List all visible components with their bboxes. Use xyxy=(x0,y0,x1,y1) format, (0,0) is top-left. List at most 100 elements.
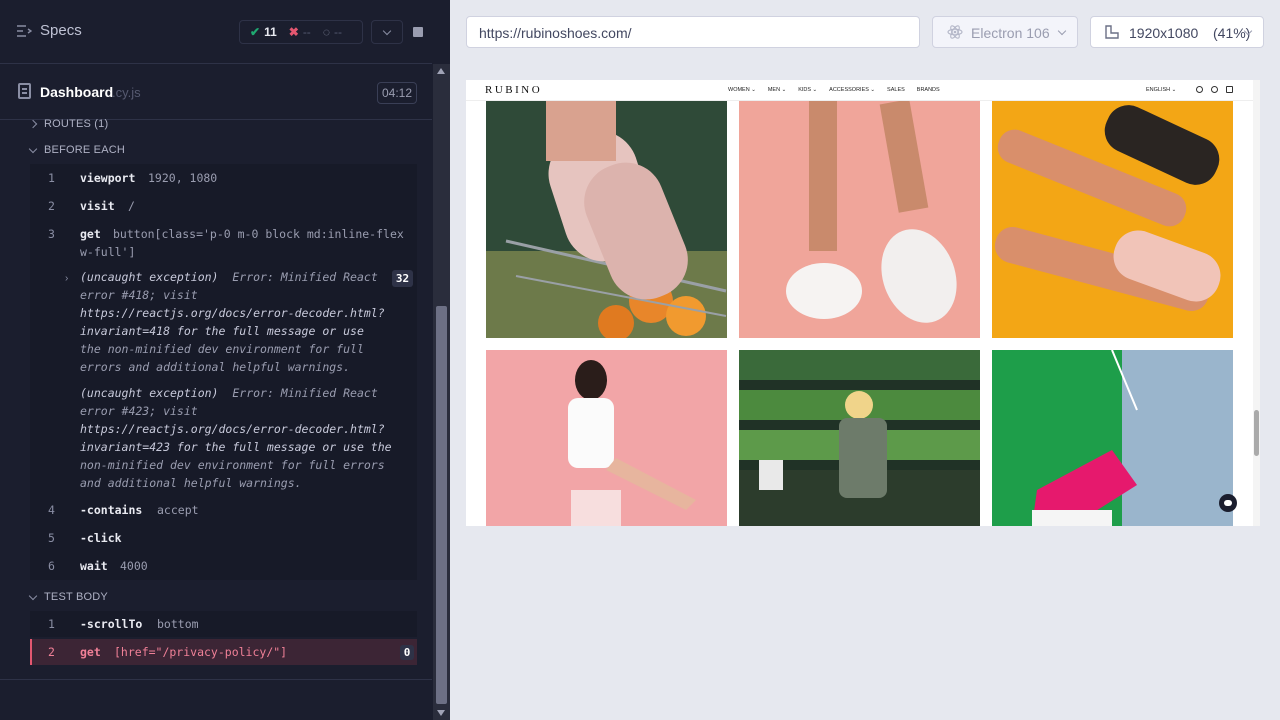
before-each-section-toggle[interactable]: BEFORE EACH xyxy=(28,144,126,156)
command-number: 6 xyxy=(48,559,55,573)
failing-command-row[interactable]: 2 get [href="/privacy-policy/"] 0 xyxy=(30,639,417,665)
command-message: 4000 xyxy=(120,559,148,573)
command-message: accept xyxy=(157,503,199,517)
viewport-selector[interactable]: 1920x1080 (41%) xyxy=(1090,16,1264,48)
cart-icon[interactable] xyxy=(1226,86,1233,93)
stop-button[interactable] xyxy=(402,20,434,44)
routes-label: ROUTES (1) xyxy=(44,118,109,130)
viewport-size: 1920x1080 xyxy=(1129,25,1199,41)
exception-label: (uncaught exception) xyxy=(80,386,219,400)
exception-label: (uncaught exception) xyxy=(80,270,219,284)
product-image-orange-sandals[interactable] xyxy=(992,101,1233,338)
chat-widget-icon[interactable] xyxy=(1219,494,1237,512)
chevron-down-icon xyxy=(1057,26,1067,36)
exception-line: error #418; visit xyxy=(80,288,198,302)
test-body-section-toggle[interactable]: TEST BODY xyxy=(28,591,108,603)
product-image-white-dress[interactable] xyxy=(486,350,727,526)
command-number: 1 xyxy=(48,171,55,185)
command-message: 1920, 1080 xyxy=(148,171,218,185)
pending-spinner-icon: ◌ xyxy=(322,25,330,39)
account-icon[interactable] xyxy=(1211,86,1218,93)
product-image-white-shoes[interactable] xyxy=(739,101,980,338)
viewport-ruler-icon xyxy=(1105,25,1119,39)
white-dress-illustration xyxy=(486,350,727,526)
pink-sneakers-illustration xyxy=(992,350,1233,526)
test-body-commands: 1 -scrollTo bottom xyxy=(30,611,417,637)
command-name: -scrollTo xyxy=(80,617,143,631)
failed-count: -- xyxy=(302,25,311,39)
test-body-label: TEST BODY xyxy=(44,591,108,603)
menu-item-kids[interactable]: KIDS ⌄ xyxy=(798,87,817,93)
menu-item-brands[interactable]: BRANDS xyxy=(917,87,940,93)
exception-line: https://reactjs.org/docs/error-decoder.h… xyxy=(80,306,385,320)
pending-count: -- xyxy=(333,25,342,39)
scroll-down-arrow-icon[interactable] xyxy=(437,710,445,716)
reporter-panel: Specs ✔ 11 ✖ -- ◌ -- Dashboard .cy.js 04… xyxy=(0,0,450,720)
chevron-down-icon xyxy=(28,144,38,153)
spec-name: Dashboard xyxy=(40,84,114,100)
command-name: -click xyxy=(80,531,122,545)
command-number: 4 xyxy=(48,503,55,517)
menu-item-accessories[interactable]: ACCESSORIES ⌄ xyxy=(829,87,875,93)
passed-count: 11 xyxy=(264,25,277,39)
command-name: wait xyxy=(80,559,108,573)
spec-duration: 04:12 xyxy=(377,82,417,104)
spec-file-icon xyxy=(18,83,31,99)
specs-label: Specs xyxy=(40,22,82,39)
chevron-right-icon xyxy=(28,119,38,129)
auto-scroll-button[interactable] xyxy=(371,20,403,44)
command-message: bottom xyxy=(157,617,199,631)
expand-caret-icon[interactable]: › xyxy=(65,273,68,284)
viewport-zoom: (41%) xyxy=(1213,25,1251,41)
site-menu: WOMEN ⌄ MEN ⌄ KIDS ⌄ ACCESSORIES ⌄ SALES… xyxy=(728,87,940,93)
element-count-badge: 0 xyxy=(400,645,414,660)
search-icon[interactable] xyxy=(1196,86,1203,93)
chevron-down-icon xyxy=(28,591,38,600)
pink-sandals-cart-illustration xyxy=(486,101,727,338)
reporter-scrollbar[interactable] xyxy=(433,64,450,720)
page-scrollbar-thumb[interactable] xyxy=(1254,410,1259,456)
uncaught-exception-1[interactable]: (uncaught exception) Error: Minified Rea… xyxy=(80,268,420,376)
product-image-pink-sandals-cart[interactable] xyxy=(486,101,727,338)
command-name: viewport xyxy=(80,171,136,185)
routes-section-toggle[interactable]: ROUTES (1) xyxy=(28,118,109,130)
scroll-up-arrow-icon[interactable] xyxy=(437,68,445,74)
specs-toggle-button[interactable]: Specs xyxy=(16,22,82,39)
menu-item-men[interactable]: MEN ⌄ xyxy=(768,87,786,93)
run-stats: ✔ 11 ✖ -- ◌ -- xyxy=(239,20,363,44)
exception-line: invariant=418 for the full message or us… xyxy=(80,324,364,338)
passed-check-icon: ✔ xyxy=(250,25,261,39)
exception-line: and additional helpful warnings. xyxy=(80,476,302,490)
chevron-down-icon xyxy=(382,26,392,35)
command-name: visit xyxy=(80,199,115,213)
grocery-aisle-illustration xyxy=(739,350,980,526)
spec-extension: .cy.js xyxy=(112,85,141,100)
scrollbar-thumb[interactable] xyxy=(436,306,447,704)
command-message: [href="/privacy-policy/"] xyxy=(114,645,288,659)
white-shoes-illustration xyxy=(739,101,980,338)
browser-selector[interactable]: Electron 106 xyxy=(932,16,1078,48)
command-number: 3 xyxy=(48,227,55,241)
before-each-commands: 1 viewport 1920, 1080 2 visit / 3 get bu… xyxy=(30,164,417,580)
electron-icon xyxy=(947,25,963,39)
url-bar[interactable]: https://rubinoshoes.com/ xyxy=(466,16,920,48)
command-number: 2 xyxy=(48,645,55,659)
product-image-grocery-aisle[interactable] xyxy=(739,350,980,526)
product-image-pink-sneakers[interactable] xyxy=(992,350,1233,526)
command-message-cont: w-full'] xyxy=(80,245,136,259)
uncaught-exception-2[interactable]: (uncaught exception) Error: Minified Rea… xyxy=(80,384,420,492)
spec-header: Dashboard .cy.js 04:12 xyxy=(0,64,432,120)
specs-list-icon xyxy=(17,24,32,37)
command-name: get xyxy=(80,645,101,659)
app-under-test-frame[interactable]: RUBINO WOMEN ⌄ MEN ⌄ KIDS ⌄ ACCESSORIES … xyxy=(466,80,1260,526)
exception-line: non-minified dev environment for full er… xyxy=(80,458,385,472)
menu-item-women[interactable]: WOMEN ⌄ xyxy=(728,87,756,93)
menu-item-sales[interactable]: SALES xyxy=(887,87,905,93)
before-each-label: BEFORE EACH xyxy=(44,144,126,156)
site-logo[interactable]: RUBINO xyxy=(485,84,542,96)
command-message: / xyxy=(128,199,135,213)
page-scrollbar[interactable] xyxy=(1253,80,1260,526)
orange-sandals-illustration xyxy=(992,101,1233,338)
language-selector[interactable]: ENGLISH ⌄ xyxy=(1146,87,1176,93)
command-number: 1 xyxy=(48,617,55,631)
